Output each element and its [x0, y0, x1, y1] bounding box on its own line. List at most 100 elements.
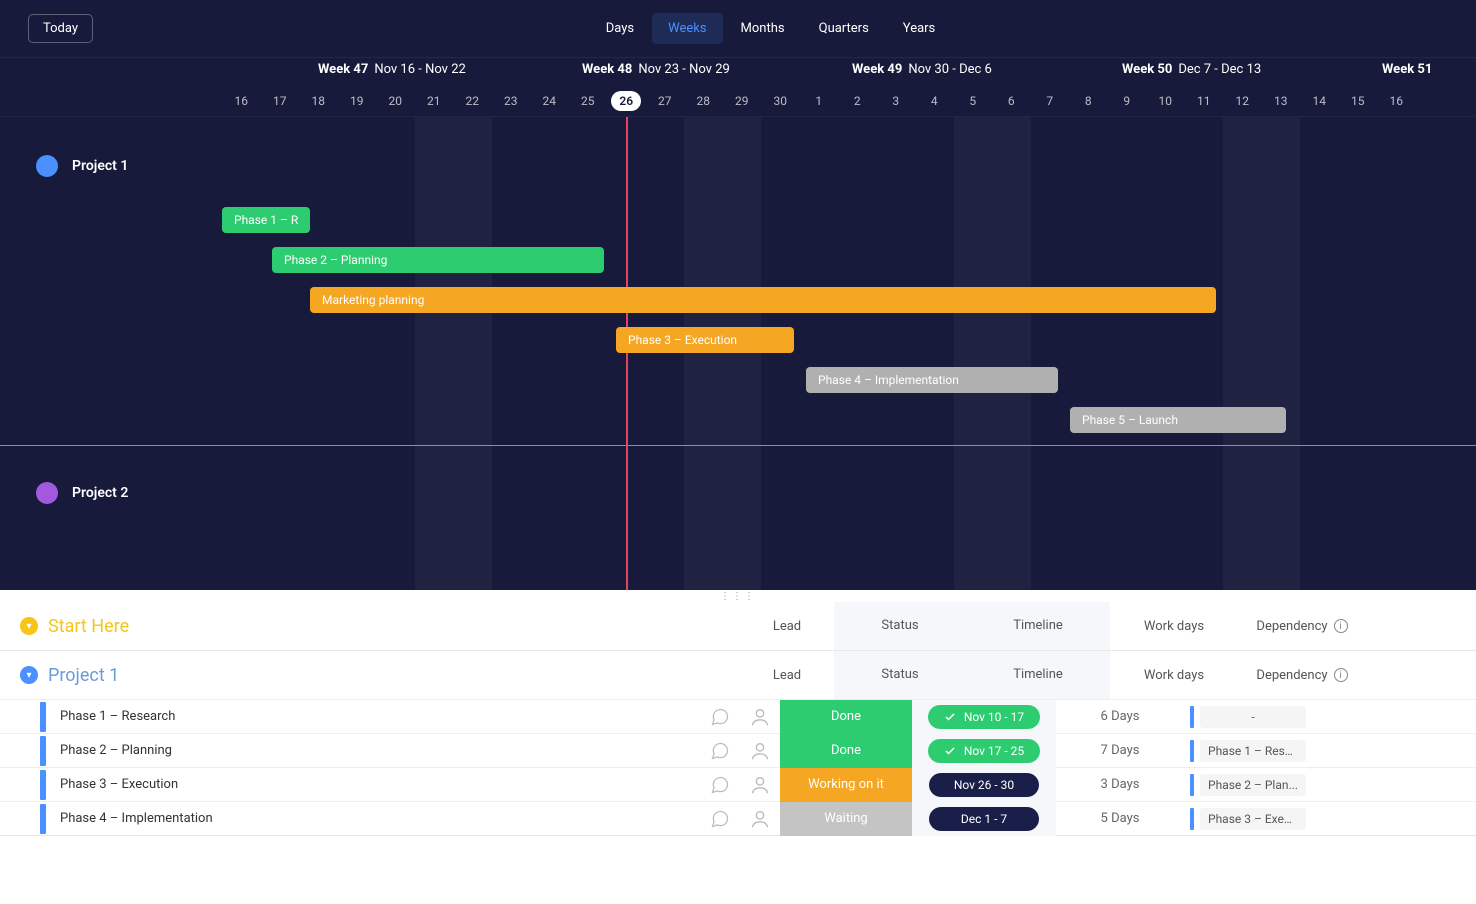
- dependency-cell[interactable]: Phase 2 – Plan...: [1184, 774, 1312, 796]
- col-header-timeline[interactable]: Timeline: [966, 651, 1110, 699]
- day-cell[interactable]: 21: [415, 86, 454, 116]
- col-header-status[interactable]: Status: [834, 651, 966, 699]
- day-cell[interactable]: 11: [1185, 86, 1224, 116]
- col-header-dependency[interactable]: Dependencyi: [1238, 668, 1366, 683]
- status-cell[interactable]: Done: [780, 700, 912, 734]
- table-row[interactable]: Phase 3 – Execution Working on it Nov 26 -…: [0, 767, 1476, 801]
- col-header-lead[interactable]: Lead: [740, 668, 834, 683]
- day-cell[interactable]: 3: [877, 86, 916, 116]
- zoom-quarters[interactable]: Quarters: [803, 13, 885, 44]
- col-header-status[interactable]: Status: [834, 602, 966, 650]
- day-cell[interactable]: 16: [222, 86, 261, 116]
- section-header[interactable]: ▾Start HereLeadStatusTimelineWork daysDe…: [0, 602, 1476, 650]
- gantt-bar[interactable]: Phase 2 – Planning: [272, 247, 604, 273]
- lead-avatar[interactable]: [740, 774, 780, 796]
- row-accent: [40, 702, 46, 732]
- gantt-bar[interactable]: Phase 5 – Launch: [1070, 407, 1286, 433]
- check-icon: [944, 745, 956, 757]
- day-cell[interactable]: 26: [607, 86, 646, 116]
- bars-area[interactable]: Phase 1 – R Phase 2 – Planning Marketing p…: [222, 117, 1476, 590]
- day-cell[interactable]: 4: [915, 86, 954, 116]
- dependency-cell[interactable]: Phase 3 – Exec...: [1184, 808, 1312, 830]
- day-cell[interactable]: 15: [1339, 86, 1378, 116]
- status-cell[interactable]: Done: [780, 734, 912, 768]
- day-cell[interactable]: 14: [1300, 86, 1339, 116]
- split-drag-handle[interactable]: ⋮⋮⋮: [0, 590, 1476, 602]
- day-cell[interactable]: 24: [530, 86, 569, 116]
- day-cell[interactable]: 19: [338, 86, 377, 116]
- col-header-workdays[interactable]: Work days: [1110, 619, 1238, 634]
- day-cell[interactable]: 16: [1377, 86, 1416, 116]
- day-cell[interactable]: 28: [684, 86, 723, 116]
- timeline-pill[interactable]: Nov 17 - 25: [928, 739, 1040, 763]
- day-cell[interactable]: 12: [1223, 86, 1262, 116]
- day-cell[interactable]: 10: [1146, 86, 1185, 116]
- project-label[interactable]: Project 2: [0, 482, 128, 504]
- weekend-column: [684, 117, 723, 590]
- dependency-cell[interactable]: -: [1184, 706, 1312, 728]
- day-cell[interactable]: 5: [954, 86, 993, 116]
- zoom-months[interactable]: Months: [725, 13, 801, 44]
- zoom-days[interactable]: Days: [590, 13, 650, 44]
- weekend-column: [415, 117, 454, 590]
- zoom-weeks[interactable]: Weeks: [652, 13, 722, 44]
- timeline-pill[interactable]: Nov 26 - 30: [929, 773, 1039, 797]
- day-cell[interactable]: 27: [646, 86, 685, 116]
- table-row[interactable]: Phase 1 – ResearchDoneNov 10 - 176 Days-: [0, 699, 1476, 733]
- day-cell[interactable]: 20: [376, 86, 415, 116]
- workdays-cell[interactable]: 3 Days: [1056, 777, 1184, 792]
- section-caret-icon[interactable]: ▾: [20, 666, 38, 684]
- col-header-lead[interactable]: Lead: [740, 619, 834, 634]
- day-cell[interactable]: 8: [1069, 86, 1108, 116]
- status-cell[interactable]: Waiting: [780, 802, 912, 836]
- gantt-bar[interactable]: Marketing planning: [310, 287, 1216, 313]
- chat-icon[interactable]: [700, 741, 740, 761]
- table-row[interactable]: Phase 2 – PlanningDoneNov 17 - 257 DaysP…: [0, 733, 1476, 767]
- section-caret-icon[interactable]: ▾: [20, 617, 38, 635]
- lead-avatar[interactable]: [740, 808, 780, 830]
- lead-avatar[interactable]: [740, 740, 780, 762]
- col-header-dependency[interactable]: Dependencyi: [1238, 619, 1366, 634]
- info-icon[interactable]: i: [1334, 668, 1348, 682]
- day-cell[interactable]: 13: [1262, 86, 1301, 116]
- project-label[interactable]: Project 1: [0, 155, 128, 177]
- day-cell[interactable]: 1: [800, 86, 839, 116]
- gantt-bar[interactable]: Phase 4 – Implementation: [806, 367, 1058, 393]
- weekend-column: [723, 117, 762, 590]
- chat-icon[interactable]: [700, 809, 740, 829]
- day-cell[interactable]: 22: [453, 86, 492, 116]
- gantt-bar[interactable]: Phase 3 – Execution: [616, 327, 794, 353]
- day-cell[interactable]: 30: [761, 86, 800, 116]
- day-cell[interactable]: 18: [299, 86, 338, 116]
- info-icon[interactable]: i: [1334, 619, 1348, 633]
- chat-icon[interactable]: [700, 775, 740, 795]
- timeline-pill[interactable]: Nov 10 - 17: [928, 705, 1040, 729]
- table-row[interactable]: Phase 4 – ImplementationWaitingDec 1 - 7…: [0, 801, 1476, 835]
- col-header-workdays[interactable]: Work days: [1110, 668, 1238, 683]
- timeline-pill[interactable]: Dec 1 - 7: [929, 807, 1039, 831]
- dependency-cell[interactable]: Phase 1 – Rese...: [1184, 740, 1312, 762]
- status-cell[interactable]: Working on it: [780, 768, 912, 802]
- dependency-label: Phase 1 – Rese...: [1200, 740, 1306, 762]
- lead-avatar[interactable]: [740, 706, 780, 728]
- day-cell[interactable]: 9: [1108, 86, 1147, 116]
- timeline-header: Week 47Nov 16 - Nov 22Week 48Nov 23 - No…: [0, 58, 1476, 117]
- row-accent: [40, 736, 46, 766]
- chat-icon[interactable]: [700, 707, 740, 727]
- row-name: Phase 3 – Execution: [40, 777, 178, 792]
- day-cell[interactable]: 6: [992, 86, 1031, 116]
- zoom-years[interactable]: Years: [887, 13, 951, 44]
- section-header[interactable]: ▾Project 1LeadStatusTimelineWork daysDep…: [0, 651, 1476, 699]
- workdays-cell[interactable]: 7 Days: [1056, 743, 1184, 758]
- day-cell[interactable]: 17: [261, 86, 300, 116]
- today-button[interactable]: Today: [28, 14, 93, 43]
- day-cell[interactable]: 23: [492, 86, 531, 116]
- day-cell[interactable]: 29: [723, 86, 762, 116]
- workdays-cell[interactable]: 5 Days: [1056, 811, 1184, 826]
- day-cell[interactable]: 2: [838, 86, 877, 116]
- gantt-bar[interactable]: Phase 1 – R: [222, 207, 310, 233]
- day-cell[interactable]: 25: [569, 86, 608, 116]
- day-cell[interactable]: 7: [1031, 86, 1070, 116]
- col-header-timeline[interactable]: Timeline: [966, 602, 1110, 650]
- workdays-cell[interactable]: 6 Days: [1056, 709, 1184, 724]
